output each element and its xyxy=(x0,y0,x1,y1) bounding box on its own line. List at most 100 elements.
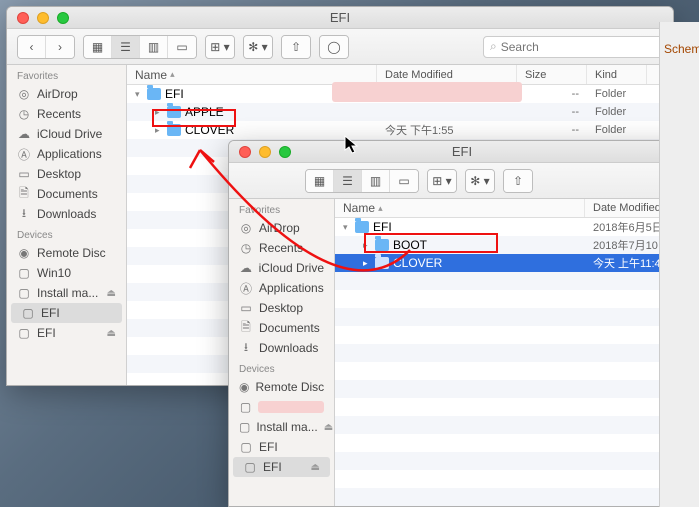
sidebar-item-remote-disc[interactable]: ◉Remote Disc xyxy=(229,377,334,397)
sidebar-item-downloads[interactable]: ⭳Downloads xyxy=(229,338,334,358)
documents-icon: 🗎 xyxy=(17,187,31,201)
back-button[interactable]: ‹ xyxy=(18,36,46,58)
devices-heading: Devices xyxy=(229,358,334,377)
sidebar-item-applications[interactable]: ⒶApplications xyxy=(229,278,334,298)
sidebar-item-icloud[interactable]: ☁iCloud Drive xyxy=(7,124,126,144)
titlebar[interactable]: EFI xyxy=(229,141,695,163)
chevron-down-icon[interactable]: ▾ xyxy=(343,222,351,233)
view-list-button[interactable]: ☰ xyxy=(334,170,362,192)
finder-window-2: EFI ‹› ▦ ☰ ▥ ▭ ⊞ ▾ ✻ ▾ ⇧ Favorites ◎AirD… xyxy=(228,140,696,507)
action-button[interactable]: ✻ ▾ xyxy=(466,170,494,192)
sidebar-item-documents[interactable]: 🗎Documents xyxy=(7,184,126,204)
view-icon-button[interactable]: ▦ xyxy=(84,36,112,58)
eject-icon[interactable]: ⏏ xyxy=(107,288,116,299)
search-input[interactable] xyxy=(501,40,656,54)
table-row[interactable]: ▾EFI 2018年6月5日 下 xyxy=(335,218,695,236)
toolbar: ‹› ▦ ☰ ▥ ▭ ⊞ ▾ ✻ ▾ ⇧ xyxy=(229,163,695,199)
sidebar: Favorites ◎AirDrop ◷Recents ☁iCloud Driv… xyxy=(7,65,127,385)
airdrop-icon: ◎ xyxy=(239,221,253,235)
view-gallery-button[interactable]: ▭ xyxy=(168,36,196,58)
drive-icon: ▢ xyxy=(243,460,257,474)
eject-icon[interactable]: ⏏ xyxy=(107,328,116,339)
sidebar-item-install[interactable]: ▢Install ma...⏏ xyxy=(7,283,126,303)
apps-icon: Ⓐ xyxy=(239,281,253,295)
view-gallery-button[interactable]: ▭ xyxy=(390,170,418,192)
sidebar-item-airdrop[interactable]: ◎AirDrop xyxy=(7,84,126,104)
view-list-button[interactable]: ☰ xyxy=(112,36,140,58)
sort-asc-icon: ▴ xyxy=(170,69,175,80)
sort-asc-icon: ▴ xyxy=(378,203,383,214)
traffic-lights xyxy=(229,146,291,158)
sidebar-item-applications[interactable]: ⒶApplications xyxy=(7,144,126,164)
table-row[interactable]: ▸CLOVER 今天 上午11:49 xyxy=(335,254,695,272)
table-row xyxy=(335,326,695,344)
desktop-icon: ▭ xyxy=(17,167,31,181)
sidebar-item-recents[interactable]: ◷Recents xyxy=(7,104,126,124)
drive-icon: ▢ xyxy=(17,266,31,280)
sidebar-item-efi-2[interactable]: ▢EFI⏏ xyxy=(233,457,330,477)
file-list: Name ▴ Date Modified ▾EFI 2018年6月5日 下 ▸B… xyxy=(335,199,695,506)
clock-icon: ◷ xyxy=(239,241,253,255)
table-row[interactable]: ▸CLOVER 今天 下午1:55 -- Folder xyxy=(127,121,673,139)
sidebar-item-efi[interactable]: ▢EFI xyxy=(229,437,334,457)
share-button[interactable]: ⇧ xyxy=(282,36,310,58)
table-row[interactable]: ▸BOOT 2018年7月10日 下 xyxy=(335,236,695,254)
view-icon-button[interactable]: ▦ xyxy=(306,170,334,192)
column-kind[interactable]: Kind xyxy=(587,65,647,84)
view-column-button[interactable]: ▥ xyxy=(362,170,390,192)
sidebar-item-airdrop[interactable]: ◎AirDrop xyxy=(229,218,334,238)
zoom-button[interactable] xyxy=(57,12,69,24)
table-row[interactable]: ▸APPLE -- Folder xyxy=(127,103,673,121)
minimize-button[interactable] xyxy=(37,12,49,24)
folder-icon xyxy=(375,239,389,251)
folder-icon xyxy=(147,88,161,100)
apps-icon: Ⓐ xyxy=(17,147,31,161)
zoom-button[interactable] xyxy=(279,146,291,158)
folder-icon xyxy=(167,106,181,118)
arrange-button[interactable]: ⊞ ▾ xyxy=(428,170,456,192)
chevron-right-icon[interactable]: ▸ xyxy=(155,125,163,136)
sidebar-item-win10[interactable]: ▢Win10 xyxy=(7,263,126,283)
sidebar-item-desktop[interactable]: ▭Desktop xyxy=(7,164,126,184)
column-name[interactable]: Name ▴ xyxy=(335,199,585,217)
column-size[interactable]: Size xyxy=(517,65,587,84)
share-button[interactable]: ⇧ xyxy=(504,170,532,192)
tags-button[interactable]: ◯ xyxy=(320,36,348,58)
sidebar-item-remote-disc[interactable]: ◉Remote Disc xyxy=(7,243,126,263)
eject-icon[interactable]: ⏏ xyxy=(311,462,320,473)
sidebar-item-icloud[interactable]: ☁iCloud Drive xyxy=(229,258,334,278)
view-column-button[interactable]: ▥ xyxy=(140,36,168,58)
chevron-right-icon[interactable]: ▸ xyxy=(155,107,163,118)
chevron-right-icon[interactable]: ▸ xyxy=(363,240,371,251)
chevron-down-icon[interactable]: ▾ xyxy=(135,89,143,100)
action-button[interactable]: ✻ ▾ xyxy=(244,36,272,58)
forward-button[interactable]: › xyxy=(46,36,74,58)
arrange-button[interactable]: ⊞ ▾ xyxy=(206,36,234,58)
minimize-button[interactable] xyxy=(259,146,271,158)
sidebar-item-downloads[interactable]: ⭳Downloads xyxy=(7,204,126,224)
table-row xyxy=(335,452,695,470)
sidebar-item-efi-2[interactable]: ▢EFI⏏ xyxy=(7,323,126,343)
close-button[interactable] xyxy=(17,12,29,24)
titlebar[interactable]: EFI xyxy=(7,7,673,29)
sidebar-item-desktop[interactable]: ▭Desktop xyxy=(229,298,334,318)
eject-icon[interactable]: ⏏ xyxy=(324,422,333,433)
sidebar-item-recents[interactable]: ◷Recents xyxy=(229,238,334,258)
scheme-label: Scheme xyxy=(660,40,699,58)
downloads-icon: ⭳ xyxy=(17,207,31,221)
downloads-icon: ⭳ xyxy=(239,341,253,355)
chevron-right-icon[interactable]: ▸ xyxy=(363,258,371,269)
sidebar: Favorites ◎AirDrop ◷Recents ☁iCloud Driv… xyxy=(229,199,335,506)
search-box[interactable]: ⌕ xyxy=(483,36,663,58)
window-title: EFI xyxy=(229,144,695,159)
drive-icon: ▢ xyxy=(21,306,35,320)
close-button[interactable] xyxy=(239,146,251,158)
cursor-icon xyxy=(344,135,360,155)
folder-icon xyxy=(167,124,181,136)
sidebar-item-documents[interactable]: 🗎Documents xyxy=(229,318,334,338)
sidebar-item-efi[interactable]: ▢EFI xyxy=(11,303,122,323)
censored-area xyxy=(332,82,522,102)
sidebar-item-censored[interactable]: ▢ xyxy=(229,397,334,417)
favorites-heading: Favorites xyxy=(229,199,334,218)
sidebar-item-install[interactable]: ▢Install ma...⏏ xyxy=(229,417,334,437)
